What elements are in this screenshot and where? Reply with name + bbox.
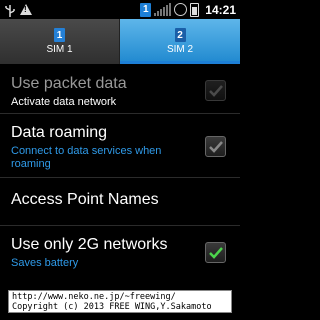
banner-url: http://www.neko.ne.jp/~freewing/ [12,292,176,302]
setting-summary: Connect to data services when roaming [11,145,162,170]
copyright-banner: http://www.neko.ne.jp/~freewing/ Copyrig… [8,290,232,313]
only-2g-checkbox[interactable] [205,242,226,263]
sim-card-icon: 1 [54,28,65,42]
status-bar: 1 14:21 [0,0,240,19]
tab-label: SIM 2 [166,44,194,55]
warning-icon [20,4,32,15]
sim-card-icon: 2 [174,28,186,42]
settings-list: Use packet data Activate data network Da… [0,64,240,280]
setting-title: Access Point Names [11,191,159,208]
banner-copyright: Copyright (c) 2013 FREE WING,Y.Sakamoto [12,302,212,312]
battery-icon [190,2,200,17]
sim-indicator-icon: 1 [140,2,152,17]
tab-sim-1[interactable]: 1 SIM 1 [0,19,120,64]
setting-access-point-names[interactable]: Access Point Names [0,178,240,226]
signal-icon [154,3,172,16]
tab-label: SIM 1 [46,44,73,55]
tab-sim-2[interactable]: 2 SIM 2 [120,19,240,64]
clock: 14:21 [205,2,236,17]
data-roaming-checkbox[interactable] [205,136,226,157]
setting-data-roaming[interactable]: Data roaming Connect to data services wh… [0,114,240,178]
packet-data-checkbox[interactable] [205,80,226,101]
setting-packet-data[interactable]: Use packet data Activate data network [0,64,240,114]
setting-only-2g[interactable]: Use only 2G networks Saves battery [0,226,240,280]
sync-icon [174,3,188,16]
sim-tabs: 1 SIM 1 2 SIM 2 [0,19,240,64]
usb-icon [4,4,16,17]
